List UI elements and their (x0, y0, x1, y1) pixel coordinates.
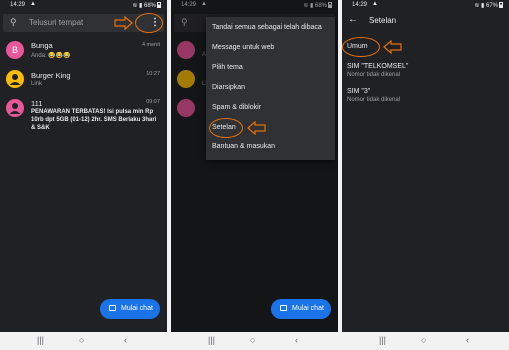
avatar (6, 99, 24, 117)
person-icon (9, 103, 21, 114)
warning-icon: ▲ (30, 1, 36, 7)
annotation-arrow-icon (114, 16, 133, 30)
annotation-circle (135, 13, 163, 33)
home-icon[interactable]: ○ (421, 335, 426, 345)
signal-icon: ≋ ▮ (132, 3, 143, 9)
status-bar: 14:29 ▲ ≋ ▮ 68% (0, 0, 167, 12)
messages-list-panel: 14:29 ▲ ≋ ▮ 68% ⚲ Telusuri tempat ⋮ B Bu… (0, 0, 167, 332)
recents-icon[interactable]: ||| (37, 335, 44, 345)
conversation-time: 09:07 (146, 99, 160, 105)
conversation-row[interactable]: 111 09:07 PENAWARAN TERBATAS! Isi pulsa … (0, 98, 167, 142)
system-nav-bar: ||| ○ ‹ (342, 332, 509, 350)
settings-item-title: SIM "TELKOMSEL" (347, 63, 409, 70)
avatar (6, 70, 24, 88)
conversation-name: Bunga (31, 41, 53, 50)
annotation-arrow-icon (247, 121, 266, 135)
battery-percent: 68% (143, 3, 156, 9)
annotation-circle (342, 37, 380, 57)
overflow-menu-panel: 14:29 ▲ ≋ ▮ 68% ⚲ And Lin Tandai semua s… (171, 0, 338, 332)
conversation-row[interactable]: B Bunga 4 menit Anda: 😂😂😂 (0, 40, 167, 64)
home-icon[interactable]: ○ (250, 335, 255, 345)
menu-item-help-feedback[interactable]: Bantuan & masukan (212, 143, 275, 150)
start-chat-label: Mulai chat (292, 305, 324, 312)
system-nav-bar: ||| ○ ‹ (171, 332, 338, 350)
conversation-time: 10:27 (146, 71, 160, 77)
recents-icon[interactable]: ||| (379, 335, 386, 345)
person-icon (9, 74, 21, 85)
status-right: ≋ ▮ 68% (132, 2, 161, 9)
chat-icon (280, 305, 287, 311)
battery-percent: 67% (485, 3, 498, 9)
menu-item-mark-all-read[interactable]: Tandai semua sebagai telah dibaca (212, 24, 322, 31)
conversation-name: Burger King (31, 71, 71, 80)
warning-icon: ▲ (372, 1, 378, 7)
search-placeholder: Telusuri tempat (29, 18, 84, 27)
conversation-snippet: Link (31, 81, 43, 87)
back-arrow-icon[interactable]: ← (348, 14, 358, 25)
overflow-menu: Tandai semua sebagai telah dibaca Messag… (206, 17, 335, 160)
settings-panel: 14:29 ▲ ≋ ▮ 67% ← Setelan Umum SIM "TELK… (342, 0, 509, 332)
battery-icon (499, 2, 503, 8)
status-time: 14:29 (10, 2, 26, 8)
conversation-snippet: PENAWARAN TERBATAS! Isi pulsa min Rp 10r… (31, 109, 157, 131)
avatar-initial: B (11, 45, 18, 55)
settings-item-subtitle: Nomor tidak dikenal (347, 97, 401, 103)
back-icon[interactable]: ‹ (295, 335, 298, 345)
home-icon[interactable]: ○ (79, 335, 84, 345)
annotation-circle (209, 118, 243, 138)
start-chat-button[interactable]: Mulai chat (100, 299, 160, 319)
back-icon[interactable]: ‹ (466, 335, 469, 345)
menu-item-messages-web[interactable]: Message untuk web (212, 44, 274, 51)
status-time: 14:29 (352, 2, 368, 8)
page-title: Setelan (369, 16, 397, 25)
conversation-snippet: Anda: 😂😂😂 (31, 53, 71, 59)
conversation-name: 111 (31, 99, 43, 108)
annotation-arrow-icon (383, 40, 402, 54)
signal-icon: ≋ ▮ (474, 3, 485, 9)
system-nav-bar: ||| ○ ‹ (0, 332, 167, 350)
start-chat-button[interactable]: Mulai chat (271, 299, 331, 319)
menu-item-spam-blocked[interactable]: Spam & diblokir (212, 104, 261, 111)
start-chat-label: Mulai chat (121, 305, 153, 312)
menu-item-theme[interactable]: Pilih tema (212, 64, 243, 71)
avatar: B (6, 41, 24, 59)
status-bar: 14:29 ▲ ≋ ▮ 67% (342, 0, 509, 12)
menu-item-archived[interactable]: Diarsipkan (212, 84, 245, 91)
status-right: ≋ ▮ 67% (474, 2, 503, 9)
settings-item-subtitle: Nomor tidak dikenal (347, 72, 401, 78)
settings-item-title: SIM "3" (347, 88, 371, 95)
back-icon[interactable]: ‹ (124, 335, 127, 345)
search-icon: ⚲ (10, 17, 17, 27)
chat-icon (109, 305, 116, 311)
recents-icon[interactable]: ||| (208, 335, 215, 345)
conversation-row[interactable]: Burger King 10:27 Link (0, 69, 167, 93)
battery-icon (157, 2, 161, 8)
conversation-time: 4 menit (141, 42, 160, 48)
